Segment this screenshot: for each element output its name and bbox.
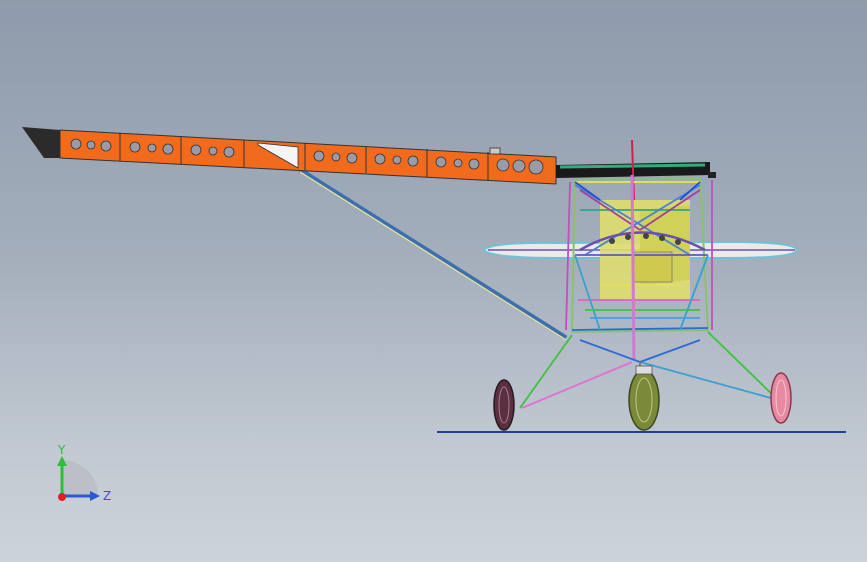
z-axis-label: Z <box>103 489 111 503</box>
wing-root-bar <box>556 162 716 178</box>
fuselage-frame <box>565 174 713 361</box>
left-wheel <box>493 379 515 431</box>
coordinate-triad: Y Z <box>57 443 111 503</box>
triad-quadrant <box>62 460 98 496</box>
right-wheel <box>770 372 792 424</box>
aircraft-model-view[interactable] <box>0 0 867 562</box>
main-wheel <box>628 365 660 431</box>
cad-viewport[interactable]: Y Z <box>0 0 867 562</box>
wing <box>22 127 557 185</box>
origin-point <box>58 493 66 501</box>
y-axis-label: Y <box>57 443 66 457</box>
